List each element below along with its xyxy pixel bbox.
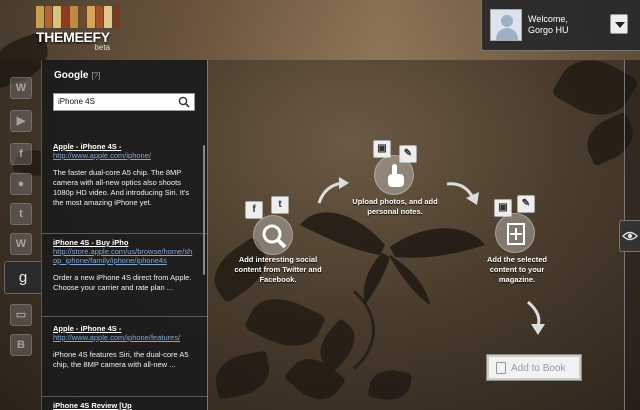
- arrow-icon: [527, 300, 545, 335]
- result-url[interactable]: http://www.apple.com/iphone/: [53, 151, 195, 160]
- preview-toggle-button[interactable]: [619, 220, 640, 252]
- results-scrollbar[interactable]: [203, 145, 205, 275]
- folder-icon[interactable]: ▭: [10, 304, 32, 326]
- book-icon: [496, 362, 506, 374]
- result-url[interactable]: http://www.apple.com/iphone/features/: [53, 333, 195, 342]
- welcome-label: Welcome,: [528, 14, 568, 24]
- wikipedia-icon[interactable]: W: [10, 233, 32, 255]
- note-icon: ✎: [517, 195, 535, 213]
- arrow-icon: [446, 182, 479, 205]
- result-url[interactable]: http://store.apple.com/us/browse/home/sh…: [53, 247, 195, 265]
- add-to-book-label: Add to Book: [511, 363, 566, 374]
- result-title[interactable]: iPhone 4S - Buy iPho: [53, 238, 195, 247]
- facebook-icon[interactable]: f: [10, 143, 32, 165]
- youtube-icon[interactable]: ▶: [10, 110, 32, 132]
- divider: [42, 316, 207, 317]
- blogger-icon[interactable]: B: [10, 334, 32, 356]
- divider: [42, 233, 207, 234]
- result-description: The faster dual-core A5 chip. The 8MP ca…: [53, 168, 190, 207]
- search-input[interactable]: iPhone 4S: [53, 93, 195, 111]
- user-dropdown-button[interactable]: [610, 14, 628, 34]
- help-link[interactable]: [?]: [91, 71, 100, 80]
- list-item[interactable]: iPhone 4S - Buy iPho http://store.apple.…: [53, 238, 195, 293]
- result-title[interactable]: iPhone 4S Review [Up: [53, 401, 195, 410]
- wordpress-icon[interactable]: W: [10, 77, 32, 99]
- magnifier-icon: [262, 224, 287, 249]
- themeefy-logo[interactable]: THEMEEFY beta: [36, 6, 120, 56]
- google-results-panel: Google [?] iPhone 4S Apple - iPhone 4S - …: [41, 60, 208, 410]
- results-list: iPhone 4S - Buy iPho http://store.apple.…: [53, 238, 195, 303]
- avatar[interactable]: [490, 9, 522, 41]
- user-name: Gorgo HU: [528, 25, 569, 35]
- search-input-value: iPhone 4S: [58, 97, 95, 106]
- result-description: iPhone 4S features Siri, the dual-core A…: [53, 350, 189, 369]
- source-rail: W ▶ f ● t W g ▭ B: [0, 60, 41, 410]
- add-to-book-button[interactable]: Add to Book: [487, 355, 581, 380]
- twitter-icon[interactable]: t: [10, 203, 32, 225]
- flickr-icon[interactable]: ●: [10, 173, 32, 195]
- twitter-icon: t: [271, 196, 289, 214]
- result-title[interactable]: Apple - iPhone 4S -: [53, 324, 195, 333]
- results-list: iPhone 4S Review [Up: [53, 401, 195, 410]
- step3-circle: [495, 213, 535, 253]
- google-icon[interactable]: g: [4, 261, 41, 294]
- hand-pointer-icon: [388, 164, 404, 187]
- step3-text: Add the selected content to your magazin…: [486, 255, 547, 284]
- background-leaf: [367, 366, 413, 404]
- eye-icon: [622, 231, 638, 241]
- result-description: Order a new iPhone 4S direct from Apple.…: [53, 273, 192, 292]
- user-menu: Welcome, Gorgo HU: [481, 0, 640, 51]
- step1-circle: [253, 215, 293, 255]
- panel-title-text: Google: [54, 70, 89, 81]
- divider: [42, 396, 207, 397]
- list-item[interactable]: iPhone 4S Review [Up: [53, 401, 195, 410]
- step1-text: Add interesting social content from Twit…: [234, 255, 322, 284]
- welcome-text: Welcome, Gorgo HU: [528, 14, 569, 36]
- list-item[interactable]: Apple - iPhone 4S - http://www.apple.com…: [53, 142, 195, 208]
- panel-title: Google [?]: [54, 70, 100, 81]
- result-title[interactable]: Apple - iPhone 4S -: [53, 142, 195, 151]
- results-list: Apple - iPhone 4S - http://www.apple.com…: [53, 142, 195, 218]
- results-list: Apple - iPhone 4S - http://www.apple.com…: [53, 324, 195, 380]
- step2-text: Upload photos, and add personal notes.: [352, 197, 438, 216]
- logo-books-graphic: [36, 6, 120, 28]
- add-to-book-icon: [507, 223, 525, 245]
- search-icon[interactable]: [178, 96, 190, 108]
- step2-circle: [374, 155, 414, 195]
- list-item[interactable]: Apple - iPhone 4S - http://www.apple.com…: [53, 324, 195, 370]
